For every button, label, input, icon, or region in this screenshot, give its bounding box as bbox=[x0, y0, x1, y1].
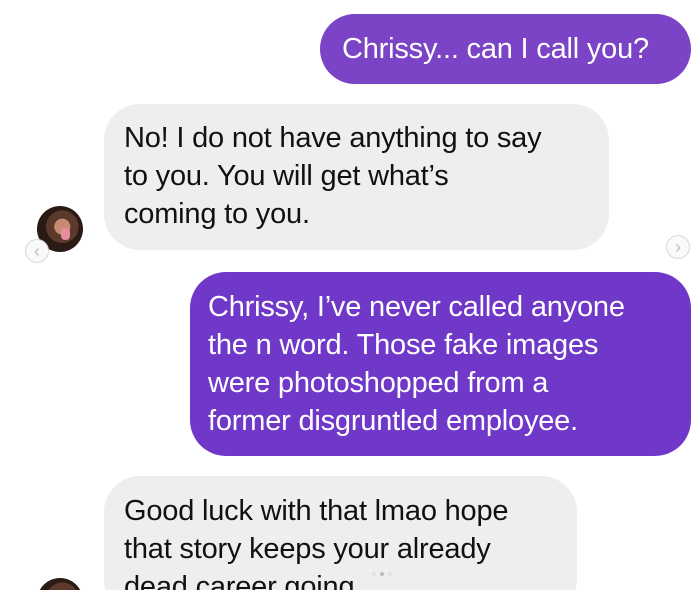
screenshot-crop-edge bbox=[0, 590, 700, 599]
carousel-dot-active[interactable] bbox=[380, 572, 384, 576]
carousel-dots bbox=[372, 572, 392, 576]
message-line: former disgruntled employee. bbox=[208, 405, 578, 437]
chevron-left-icon[interactable]: ‹ bbox=[25, 239, 49, 263]
message-line: to you. You will get what’s bbox=[124, 160, 449, 192]
carousel-dot[interactable] bbox=[388, 572, 392, 576]
message-line: Good luck with that lmao hope bbox=[124, 495, 509, 527]
message-line: the n word. Those fake images bbox=[208, 329, 599, 361]
chevron-right-icon[interactable]: › bbox=[666, 235, 690, 259]
message-line: No! I do not have anything to say bbox=[124, 122, 542, 154]
message-line: were photoshopped from a bbox=[208, 367, 549, 399]
sent-message-bubble: Chrissy... can I call you? bbox=[320, 14, 691, 84]
received-message-bubble: No! I do not have anything to say to you… bbox=[104, 104, 609, 250]
carousel-dot[interactable] bbox=[372, 572, 376, 576]
message-line: Chrissy... can I call you? bbox=[342, 33, 649, 65]
avatar-photo-detail bbox=[61, 228, 70, 240]
message-line: Chrissy, I’ve never called anyone bbox=[208, 291, 625, 323]
message-line: that story keeps your already bbox=[124, 533, 491, 565]
received-message-bubble: Good luck with that lmao hope that story… bbox=[104, 476, 577, 599]
message-line: coming to you. bbox=[124, 198, 310, 230]
sent-message-bubble: Chrissy, I’ve never called anyone the n … bbox=[190, 272, 691, 456]
chat-screen: Chrissy... can I call you? No! I do not … bbox=[0, 0, 700, 599]
